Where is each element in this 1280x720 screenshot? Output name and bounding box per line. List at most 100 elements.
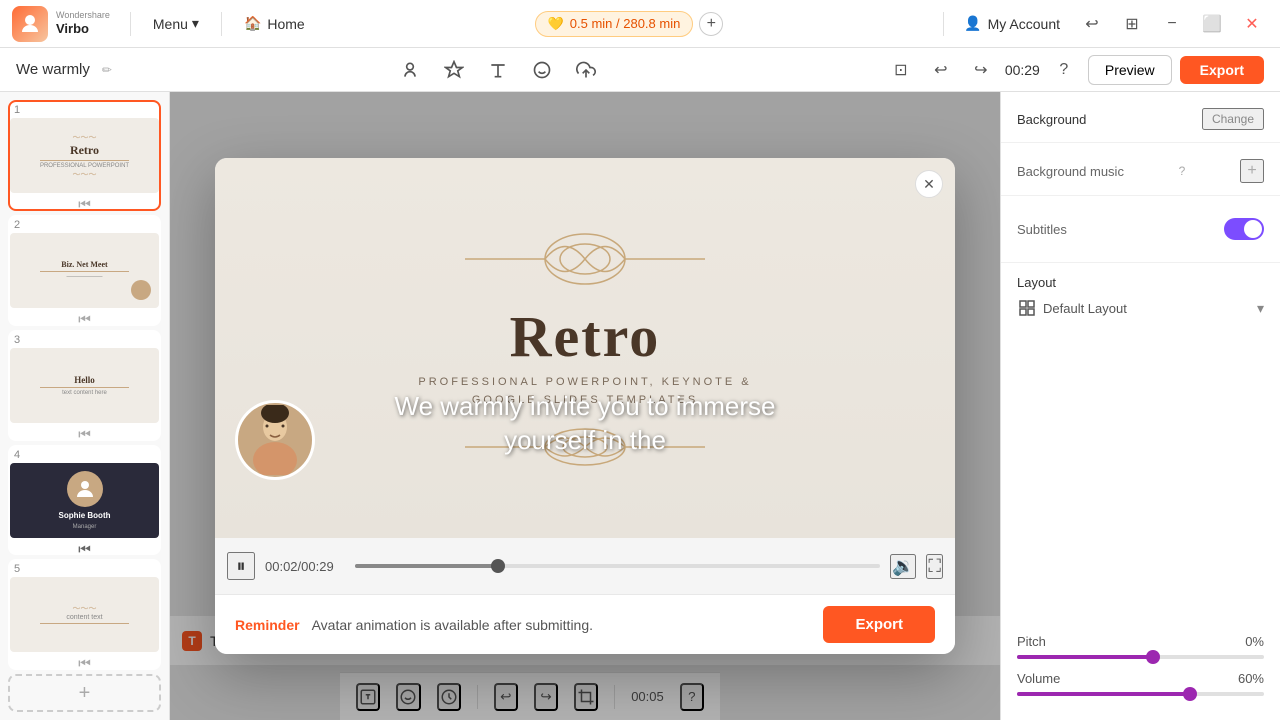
help-button[interactable]: ? xyxy=(1048,54,1080,86)
effects-tool-button[interactable] xyxy=(438,54,470,86)
home-button[interactable]: 🏠 Home xyxy=(234,11,315,36)
music-label: Background music xyxy=(1017,164,1124,179)
logo: Wondershare Virbo xyxy=(12,6,110,42)
secondbar-right: ⊡ ↩ ↪ 00:29 ? Preview Export xyxy=(885,54,1264,86)
modal-export-button[interactable]: Export xyxy=(823,606,935,643)
slide-thumb-2: Biz. Net Meet —————— xyxy=(10,233,159,308)
subtitles-toggle[interactable] xyxy=(1224,218,1264,240)
progress-thumb xyxy=(491,559,505,573)
pitch-track xyxy=(1017,655,1264,659)
sticker-tool-button[interactable] xyxy=(526,54,558,86)
app-name: Virbo xyxy=(56,21,110,37)
grid-button[interactable]: ⊞ xyxy=(1116,8,1148,40)
slide-thumb-1: 〜〜〜 Retro PROFESSIONAL POWERPOINT 〜〜〜 xyxy=(10,118,159,193)
current-time: 00:02/00:29 xyxy=(265,559,345,574)
slide-thumb-4: Sophie Booth Manager xyxy=(10,463,159,538)
volume-label: Volume xyxy=(1017,671,1060,686)
preview-button[interactable]: Preview xyxy=(1088,55,1172,85)
right-panel: Background Change Background music ? + S… xyxy=(1000,92,1280,720)
slide-3-prev-icon[interactable]: ⏮ xyxy=(78,426,91,441)
slide-5-prev-icon[interactable]: ⏮ xyxy=(78,655,91,670)
layout-section: Layout Default Layout ▾ xyxy=(1001,263,1280,330)
edit-icon[interactable]: ✏ xyxy=(102,63,112,77)
home-icon: 🏠 xyxy=(244,15,261,32)
retro-title: Retro xyxy=(510,303,661,370)
pause-button[interactable]: ⏸ xyxy=(227,552,255,580)
workspace: T Text | We wa... innova... ↩ ↪ 00:05 xyxy=(170,92,1000,720)
slides-panel: 1 〜〜〜 Retro PROFESSIONAL POWERPOINT 〜〜〜 … xyxy=(0,92,170,720)
reminder-bar: Reminder Avatar animation is available a… xyxy=(215,594,955,654)
home-label: Home xyxy=(267,16,304,32)
progress-fill xyxy=(355,564,502,568)
close-button[interactable]: ✕ xyxy=(1236,8,1268,40)
modal-video-area: Retro PROFESSIONAL POWERPOINT, KEYNOTE &… xyxy=(215,158,955,538)
subtitles-label: Subtitles xyxy=(1017,222,1067,237)
topbar: Wondershare Virbo Menu ▾ 🏠 Home 💛 0.5 mi… xyxy=(0,0,1280,48)
menu-chevron-icon: ▾ xyxy=(192,15,199,32)
volume-thumb[interactable] xyxy=(1183,687,1197,701)
video-controls: ⏸ 00:02/00:29 🔉 ⛶ xyxy=(215,538,955,594)
separator-1 xyxy=(130,12,131,36)
retro-slide: Retro PROFESSIONAL POWERPOINT, KEYNOTE &… xyxy=(215,158,955,538)
default-layout-label: Default Layout xyxy=(1043,301,1127,316)
add-time-button[interactable]: + xyxy=(699,12,723,36)
topbar-center: 💛 0.5 min / 280.8 min + xyxy=(327,11,931,37)
layout-grid-icon xyxy=(1017,298,1037,318)
volume-value: 60% xyxy=(1238,671,1264,686)
background-section: Background Change xyxy=(1001,92,1280,143)
app-brand: Wondershare xyxy=(56,10,110,21)
heart-icon: 💛 xyxy=(548,16,564,32)
progress-track[interactable] xyxy=(355,564,880,568)
slide-2-prev-icon[interactable]: ⏮ xyxy=(78,311,91,326)
toggle-knob xyxy=(1244,220,1262,238)
volume-row: Volume 60% xyxy=(1017,671,1264,696)
restore-button[interactable]: ⬜ xyxy=(1196,8,1228,40)
slide-4-prev-icon[interactable]: ⏮ xyxy=(78,541,91,556)
time-badge: 💛 0.5 min / 280.8 min xyxy=(535,11,694,37)
export-top-button[interactable]: Export xyxy=(1180,56,1264,84)
music-help-icon: ? xyxy=(1179,164,1186,178)
time-value: 0.5 min / 280.8 min xyxy=(570,16,681,31)
modal-close-button[interactable]: ✕ xyxy=(915,170,943,198)
add-slide-button[interactable]: + xyxy=(8,674,161,712)
volume-button[interactable]: 🔉 xyxy=(890,554,916,579)
layout-dropdown-button[interactable]: ▾ xyxy=(1257,300,1264,317)
account-label: My Account xyxy=(988,16,1060,32)
subtitle-toggle-button[interactable]: ⊡ xyxy=(885,54,917,86)
reminder-label: Reminder xyxy=(235,617,300,633)
slide-item-4[interactable]: 4 Sophie Booth Manager ⏮ xyxy=(8,445,161,556)
history-button[interactable]: ↩ xyxy=(1076,8,1108,40)
add-music-button[interactable]: + xyxy=(1240,159,1264,183)
pitch-label: Pitch xyxy=(1017,634,1046,649)
slide-item-3[interactable]: 3 Hello text content here ⏮ xyxy=(8,330,161,441)
slide-item-1[interactable]: 1 〜〜〜 Retro PROFESSIONAL POWERPOINT 〜〜〜 … xyxy=(8,100,161,211)
pitch-value: 0% xyxy=(1245,634,1264,649)
fullscreen-button[interactable]: ⛶ xyxy=(926,554,943,579)
retro-ornament-top xyxy=(445,219,725,299)
text-tool-button[interactable] xyxy=(482,54,514,86)
account-icon: 👤 xyxy=(964,15,981,32)
project-name: We warmly xyxy=(16,61,90,78)
pitch-fill xyxy=(1017,655,1153,659)
slide-thumb-5: 〜〜〜 content text xyxy=(10,577,159,652)
upload-tool-button[interactable] xyxy=(570,54,602,86)
redo-button[interactable]: ↪ xyxy=(965,54,997,86)
audio-settings-section: Pitch 0% Volume 60% xyxy=(1001,622,1280,720)
separator-3 xyxy=(943,12,944,36)
volume-track xyxy=(1017,692,1264,696)
minimize-button[interactable]: − xyxy=(1156,8,1188,40)
pitch-row: Pitch 0% xyxy=(1017,634,1264,659)
slide-1-prev-icon[interactable]: ⏮ xyxy=(78,196,91,211)
slide-item-5[interactable]: 5 〜〜〜 content text ⏮ xyxy=(8,559,161,670)
layout-label: Layout xyxy=(1017,275,1264,290)
avatar-tool-button[interactable] xyxy=(394,54,426,86)
slide-item-2[interactable]: 2 Biz. Net Meet —————— ⏮ xyxy=(8,215,161,326)
pitch-thumb[interactable] xyxy=(1146,650,1160,664)
caption-line2: yourself in the xyxy=(215,424,955,458)
subtitles-section: Subtitles xyxy=(1001,196,1280,263)
secondbar: We warmly ✏ ⊡ ↩ ↪ 00:29 ? Preview Export xyxy=(0,48,1280,92)
undo-button[interactable]: ↩ xyxy=(925,54,957,86)
menu-button[interactable]: Menu ▾ xyxy=(143,11,209,36)
account-button[interactable]: 👤 My Account xyxy=(956,11,1068,36)
background-change-button[interactable]: Change xyxy=(1202,108,1264,130)
